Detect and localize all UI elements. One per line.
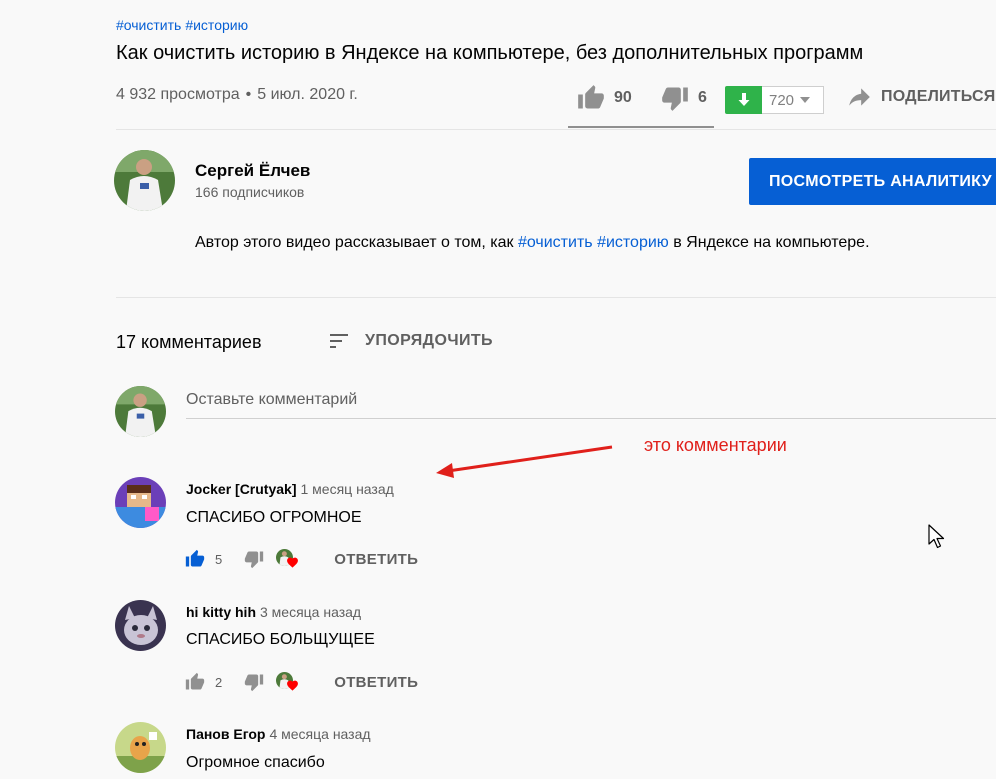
reply-button[interactable]: ОТВЕТИТЬ [334, 674, 418, 691]
like-count: 90 [614, 89, 632, 106]
tag-link[interactable]: #очистить [518, 234, 593, 251]
person-photo-icon [114, 150, 175, 211]
share-icon [849, 88, 870, 106]
annotation-label: это комментарии [644, 435, 787, 455]
comment-text: Огромное спасибо [186, 754, 325, 771]
chevron-down-icon [800, 97, 811, 103]
share-button[interactable]: ПОДЕЛИТЬСЯ [845, 84, 995, 110]
description-text: Автор этого видео рассказывает о том, ка… [195, 234, 518, 251]
comment-time[interactable]: 3 месяца назад [260, 604, 361, 620]
sort-icon [330, 334, 348, 348]
creator-heart-button[interactable] [276, 547, 300, 571]
like-icon[interactable] [185, 549, 205, 569]
comment-count: 17 комментариев [116, 332, 262, 352]
download-button[interactable] [725, 86, 763, 114]
sort-button[interactable]: УПОРЯДОЧИТЬ [327, 329, 493, 353]
comment-author[interactable]: Jocker [Crutyak] 1 месяц назад [186, 481, 394, 497]
like-icon[interactable] [185, 672, 205, 692]
heart-icon [287, 680, 299, 691]
dislike-icon[interactable] [244, 549, 264, 569]
share-label: ПОДЕЛИТЬСЯ [881, 88, 996, 105]
divider [116, 129, 996, 130]
author-name[interactable]: Jocker [Crutyak] [186, 481, 297, 497]
comment-actions: 2 ОТВЕТИТЬ [185, 670, 418, 694]
dislike-count: 6 [698, 89, 707, 106]
commenter-avatar[interactable] [115, 477, 166, 528]
like-ratio-bar [568, 126, 714, 128]
comment-like-count: 5 [215, 551, 223, 567]
tag-link[interactable]: #очистить [116, 17, 181, 33]
description-text: в Яндексе на компьютере. [668, 234, 870, 251]
mouse-cursor-icon [928, 524, 945, 549]
dislike-icon[interactable] [244, 672, 264, 692]
comment-author[interactable]: hi kitty hih 3 месяца назад [186, 604, 361, 620]
commenter-avatar[interactable] [115, 600, 166, 651]
video-title: Как очистить историю в Яндексе на компью… [116, 42, 864, 64]
channel-name[interactable]: Сергей Ёлчев [195, 161, 310, 181]
tag-link[interactable]: #историю [597, 234, 669, 251]
video-description: Автор этого видео рассказывает о том, ка… [195, 230, 895, 256]
cat-avatar-icon [115, 600, 166, 651]
divider [116, 297, 996, 298]
channel-avatar[interactable] [114, 150, 175, 211]
like-button[interactable]: 90 [576, 84, 632, 112]
commenter-avatar[interactable] [115, 722, 166, 773]
creator-heart-button[interactable] [276, 670, 300, 694]
video-tags: #очистить #историю [116, 17, 248, 33]
cartoon-avatar-icon [115, 722, 166, 773]
subscriber-count: 166 подписчиков [195, 184, 305, 200]
author-name[interactable]: hi kitty hih [186, 604, 256, 620]
person-photo-icon [115, 386, 166, 437]
comment-input[interactable]: Оставьте комментарий [186, 391, 996, 419]
comment-text: СПАСИБО БОЛЬЩУЩЕЕ [186, 631, 375, 648]
pixel-art-avatar-icon [115, 477, 166, 528]
view-analytics-button[interactable]: ПОСМОТРЕТЬ АНАЛИТИКУ [749, 158, 996, 205]
reply-button[interactable]: ОТВЕТИТЬ [334, 551, 418, 568]
comment-author[interactable]: Панов Егор 4 месяца назад [186, 726, 371, 742]
comment-text: СПАСИБО ОГРОМНОЕ [186, 509, 362, 526]
tag-link[interactable]: #историю [185, 17, 248, 33]
view-count: 4 932 просмотра [116, 86, 240, 103]
video-meta: 4 932 просмотра • 5 июл. 2020 г. [116, 86, 358, 104]
sort-label: УПОРЯДОЧИТЬ [365, 332, 493, 349]
download-icon [738, 93, 750, 106]
download-count: 720 [769, 91, 795, 109]
comment-time[interactable]: 4 месяца назад [269, 726, 370, 742]
comment-like-count: 2 [215, 674, 223, 690]
dislike-icon [662, 87, 688, 111]
dislike-button[interactable]: 6 [660, 84, 707, 112]
annotation-arrow-icon [436, 445, 613, 478]
download-count-dropdown[interactable]: 720 [762, 86, 824, 114]
comment-time[interactable]: 1 месяц назад [301, 481, 394, 497]
publish-date: 5 июл. 2020 г. [257, 86, 358, 103]
comment-actions: 5 ОТВЕТИТЬ [185, 547, 418, 571]
heart-icon [287, 557, 299, 568]
author-name[interactable]: Панов Егор [186, 726, 265, 742]
user-avatar [115, 386, 166, 437]
like-icon [578, 85, 604, 109]
separator-dot: • [245, 86, 252, 103]
